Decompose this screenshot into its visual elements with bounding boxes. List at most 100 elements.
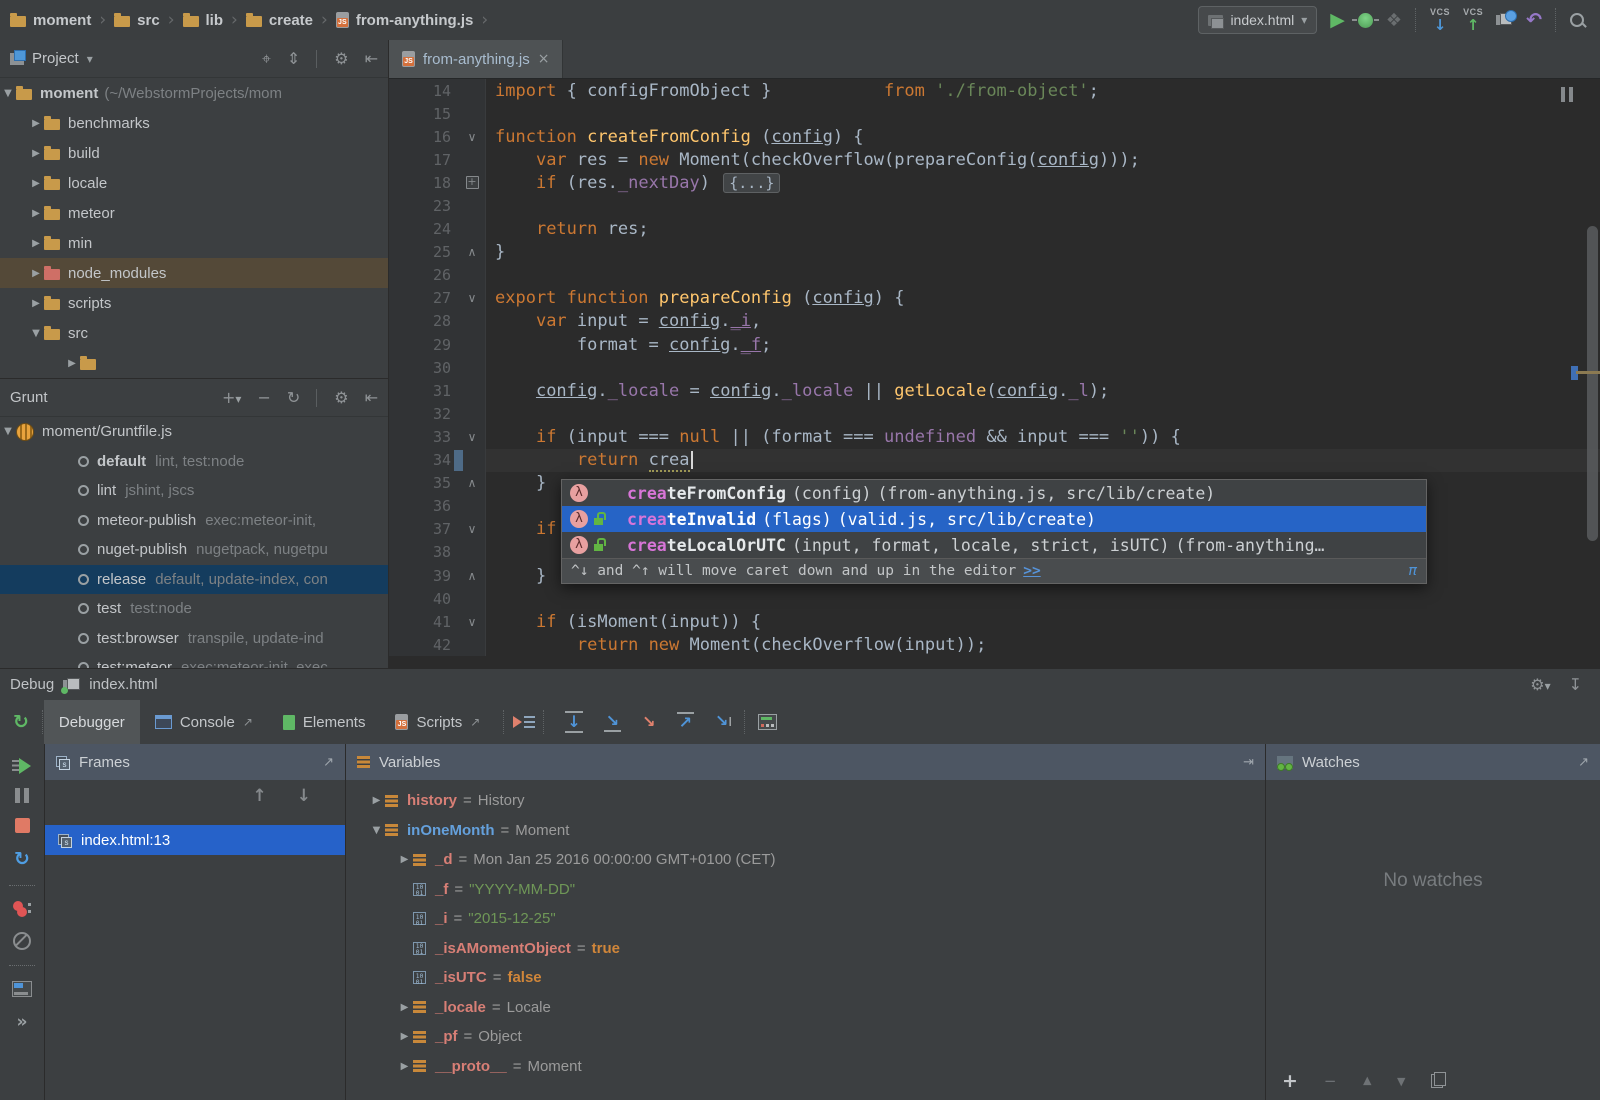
chevron-down-icon[interactable]: ▾: [87, 52, 93, 66]
step-over-button[interactable]: ↓: [565, 711, 582, 733]
hide-debug-button[interactable]: ↧: [1569, 675, 1582, 694]
variable-row-inOneMonth[interactable]: ▼inOneMonth=Moment: [346, 816, 1265, 846]
recent-changes-button[interactable]: [1496, 13, 1513, 27]
coverage-button[interactable]: ❖: [1386, 10, 1402, 31]
expand-icon[interactable]: ▶: [28, 238, 44, 249]
run-to-cursor-button[interactable]: ↘I: [715, 713, 732, 731]
stop-button[interactable]: [15, 818, 30, 833]
completion-item-createLocalOrUTC[interactable]: λcreateLocalOrUTC(input, format, locale,…: [562, 532, 1426, 558]
variable-row-__proto__[interactable]: ▶__proto__=Moment: [346, 1052, 1265, 1082]
fold-close-icon[interactable]: ∧: [468, 245, 477, 259]
fold-open-icon[interactable]: ∨: [468, 291, 477, 305]
variable-row-_i[interactable]: 1001_i="2015-12-25": [346, 904, 1265, 934]
editor-line-15[interactable]: 15: [389, 102, 1600, 125]
variable-row-_locale[interactable]: ▶_locale=Locale: [346, 993, 1265, 1023]
editor-line-41[interactable]: 41∨ if (isMoment(input)) {: [389, 610, 1600, 633]
editor-line-23[interactable]: 23: [389, 194, 1600, 217]
tree-row-node_modules[interactable]: ▶node_modules: [0, 258, 388, 288]
grunt-task-test:browser[interactable]: test:browsertranspile, update-ind: [0, 624, 388, 654]
add-watch-button[interactable]: +: [1282, 1070, 1298, 1092]
collapse-all-button[interactable]: ⇕: [287, 49, 300, 68]
vcs-update-button[interactable]: VCS ↓: [1430, 8, 1450, 33]
editor-line-24[interactable]: 24 return res;: [389, 218, 1600, 241]
move-watch-up-button[interactable]: ▼: [1363, 1075, 1371, 1088]
expand-icon[interactable]: ▶: [28, 268, 44, 279]
expand-icon[interactable]: ▼: [0, 426, 16, 437]
force-step-into-button[interactable]: ↘: [642, 714, 655, 730]
tree-row-locale[interactable]: ▶locale: [0, 168, 388, 198]
editor-line-32[interactable]: 32: [389, 402, 1600, 425]
grunt-task-test:meteor[interactable]: test:meteorexec:meteor-init, exec: [0, 653, 388, 668]
completion-item-createFromConfig[interactable]: λcreateFromConfig(config) (from-anything…: [562, 480, 1426, 506]
tab-elements[interactable]: Elements: [268, 700, 381, 744]
rollback-button[interactable]: ↶: [1526, 9, 1542, 31]
variable-row-_f[interactable]: 1001_f="YYYY-MM-DD": [346, 875, 1265, 905]
fold-open-icon[interactable]: ∨: [468, 615, 477, 629]
step-into-button[interactable]: ↘: [604, 712, 621, 732]
locate-file-button[interactable]: ⌖: [262, 49, 271, 69]
add-task-button[interactable]: +▾: [222, 388, 241, 408]
expand-icon[interactable]: ▶: [396, 1031, 413, 1042]
tree-row-partial[interactable]: ▶: [0, 348, 388, 378]
editor-line-29[interactable]: 29 format = config._f;: [389, 333, 1600, 356]
editor-line-27[interactable]: 27∨export function prepareConfig (config…: [389, 287, 1600, 310]
editor-tab[interactable]: from-anything.js ×: [389, 40, 563, 78]
editor-line-33[interactable]: 33∨ if (input === null || (format === un…: [389, 425, 1600, 448]
expand-icon[interactable]: ▼: [0, 88, 16, 99]
fold-open-icon[interactable]: ∨: [468, 430, 477, 444]
grunt-task-default[interactable]: defaultlint, test:node: [0, 447, 388, 477]
breadcrumb-item[interactable]: moment: [10, 12, 91, 29]
grunt-task-nuget-publish[interactable]: nuget-publishnugetpack, nugetpu: [0, 535, 388, 565]
breadcrumb-item[interactable]: lib: [183, 12, 224, 29]
grunt-task-meteor-publish[interactable]: meteor-publishexec:meteor-init,: [0, 506, 388, 536]
restore-layout-button[interactable]: [12, 981, 32, 997]
breadcrumb-item[interactable]: create: [246, 12, 313, 29]
external-window-icon[interactable]: ↗: [1578, 755, 1589, 770]
next-frame-button[interactable]: ↓: [297, 786, 311, 806]
tree-row-moment[interactable]: ▼moment(~/WebstormProjects/mom: [0, 78, 388, 108]
show-execution-point-button[interactable]: [513, 714, 535, 730]
fold-open-icon[interactable]: ∨: [468, 522, 477, 536]
expand-icon[interactable]: ▶: [28, 298, 44, 309]
tree-row-meteor[interactable]: ▶meteor: [0, 198, 388, 228]
grunt-root-row[interactable]: ▼moment/Gruntfile.js: [0, 417, 388, 447]
move-watch-down-button[interactable]: ▼: [1397, 1075, 1405, 1088]
expand-icon[interactable]: ▶: [396, 854, 413, 865]
variable-row-_isUTC[interactable]: 1001_isUTC=false: [346, 963, 1265, 993]
editor-line-40[interactable]: 40: [389, 587, 1600, 610]
breadcrumb-item[interactable]: src: [114, 12, 160, 29]
editor-line-30[interactable]: 30: [389, 356, 1600, 379]
completion-item-createInvalid[interactable]: λcreateInvalid(flags) (valid.js, src/lib…: [562, 506, 1426, 532]
resume-button[interactable]: [12, 758, 32, 773]
editor-line-26[interactable]: 26: [389, 264, 1600, 287]
step-out-button[interactable]: ↗: [677, 712, 694, 732]
remove-watch-button[interactable]: −: [1324, 1072, 1337, 1090]
expand-icon[interactable]: ▶: [396, 1061, 413, 1072]
tree-row-build[interactable]: ▶build: [0, 138, 388, 168]
grunt-task-test[interactable]: testtest:node: [0, 594, 388, 624]
frame-row[interactable]: index.html:13: [45, 825, 345, 855]
editor-line-28[interactable]: 28 var input = config._i,: [389, 310, 1600, 333]
variable-row-_isAMomentObject[interactable]: 1001_isAMomentObject=true: [346, 934, 1265, 964]
expand-icon[interactable]: ▶: [396, 1002, 413, 1013]
run-configuration-select[interactable]: index.html ▾: [1198, 6, 1317, 34]
variable-row-history[interactable]: ▶history=History: [346, 786, 1265, 816]
tree-row-min[interactable]: ▶min: [0, 228, 388, 258]
fold-close-icon[interactable]: ∧: [468, 476, 477, 490]
hide-panel-button[interactable]: ⇤: [365, 388, 378, 407]
expand-icon[interactable]: ▼: [368, 825, 385, 836]
folded-region-chip[interactable]: {...}: [723, 173, 780, 193]
scroll-end-icon[interactable]: ⇥: [1243, 755, 1254, 770]
debug-settings-button[interactable]: ⚙▾: [1530, 675, 1550, 695]
debug-button[interactable]: [1358, 13, 1373, 28]
expand-icon[interactable]: ▼: [28, 328, 44, 339]
variable-row-_pf[interactable]: ▶_pf=Object: [346, 1022, 1265, 1052]
pause-button[interactable]: [15, 788, 29, 803]
expand-icon[interactable]: ▶: [28, 178, 44, 189]
tab-scripts[interactable]: Scripts↗: [380, 700, 495, 744]
editor-line-42[interactable]: 42 return new Moment(checkOverflow(input…: [389, 633, 1600, 656]
editor-line-18[interactable]: 18+ if (res._nextDay) {...}: [389, 171, 1600, 194]
tab-debugger[interactable]: Debugger: [44, 700, 140, 744]
tree-row-scripts[interactable]: ▶scripts: [0, 288, 388, 318]
evaluate-expression-button[interactable]: [758, 714, 777, 730]
